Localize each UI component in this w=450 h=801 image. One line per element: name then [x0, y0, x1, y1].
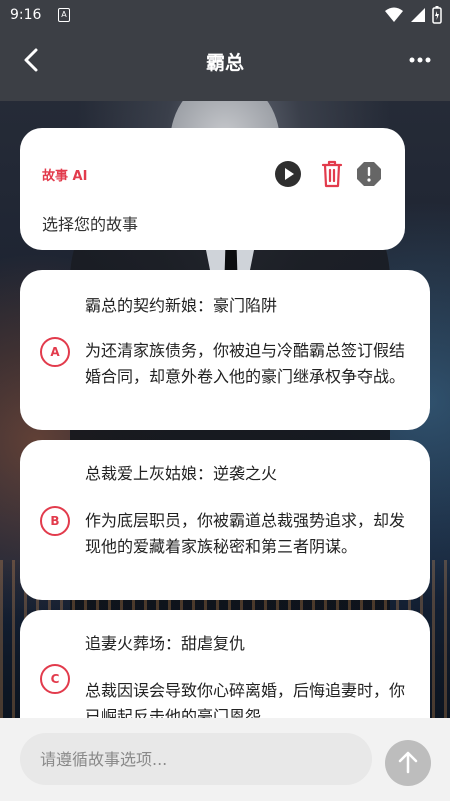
option-title: 追妻火葬场：甜虐复仇 [85, 634, 246, 653]
option-title: 总裁爱上灰姑娘：逆袭之火 [85, 464, 278, 483]
more-options-icon[interactable] [408, 50, 432, 70]
story-option-a[interactable]: 霸总的契约新娘：豪门陷阱 A 为还清家族债务，你被迫与冷酷霸总签订假结婚合同，却… [20, 270, 430, 430]
battery-icon [432, 6, 442, 24]
play-audio-icon[interactable] [275, 161, 301, 187]
wifi-icon [385, 7, 403, 22]
option-badge: C [40, 664, 70, 694]
arrow-up-icon [398, 751, 418, 774]
option-badge: B [40, 506, 70, 536]
app-bar: 霸总 [0, 30, 450, 90]
ai-message-text: 选择您的故事 [42, 215, 139, 234]
ai-sender-label: 故事 AI [42, 169, 88, 184]
status-bar: 9:16 A [0, 0, 450, 30]
signal-icon [411, 8, 425, 22]
story-option-b[interactable]: 总裁爱上灰姑娘：逆袭之火 B 作为底层职员，你被霸道总裁强势追求，却发现他的爱藏… [20, 440, 430, 600]
send-button[interactable] [385, 740, 431, 786]
status-time: 9:16 [10, 7, 42, 23]
delete-icon[interactable] [320, 160, 344, 188]
system-icons [384, 6, 442, 24]
ai-message-card: 故事 AI 选择您的故事 [20, 128, 405, 250]
option-description: 为还清家族债务，你被迫与冷酷霸总签订假结婚合同，却意外卷入他的豪门继承权争夺战。 [85, 341, 406, 386]
option-badge: A [40, 337, 70, 367]
sim-icon: A [58, 8, 70, 22]
option-description: 作为底层职员，你被霸道总裁强势追求，却发现他的爱藏着家族秘密和第三者阴谋。 [85, 511, 406, 556]
page-title: 霸总 [205, 52, 244, 74]
option-title: 霸总的契约新娘：豪门陷阱 [85, 296, 278, 315]
composer-bar [0, 718, 450, 801]
report-icon[interactable] [356, 161, 382, 187]
story-input[interactable] [20, 733, 372, 785]
